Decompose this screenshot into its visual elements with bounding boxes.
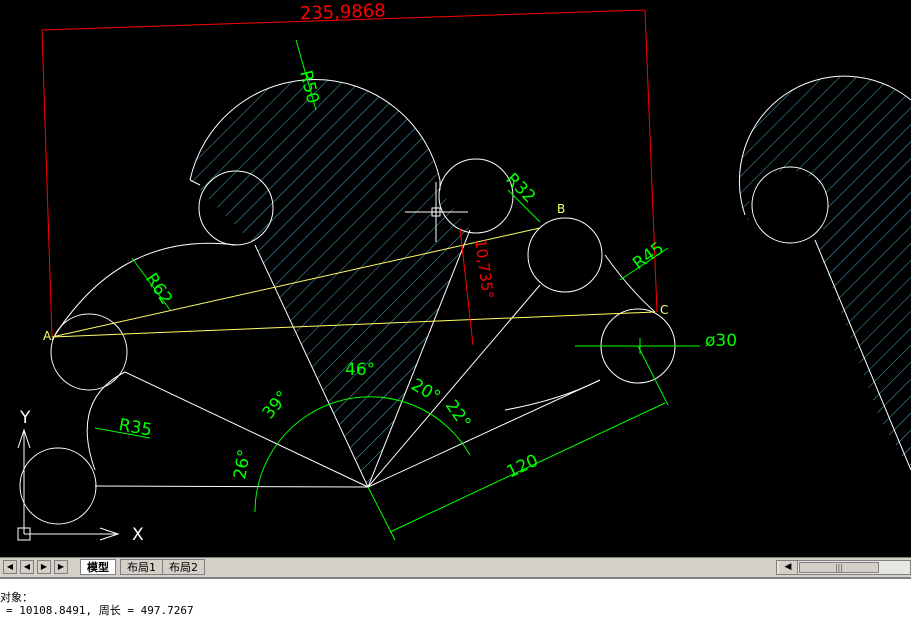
point-b-label: B <box>557 202 565 216</box>
overall-dimension-label: 235,9868 <box>299 0 386 24</box>
length-120-label: 120 <box>504 451 542 483</box>
tab-layout1[interactable]: 布局1 <box>120 559 163 575</box>
last-tab-button[interactable]: ▶ <box>54 560 68 574</box>
horizontal-scrollbar[interactable]: ◀ ||| <box>776 560 911 575</box>
model-space-viewport[interactable]: 235,9868 10,735° R50 R32 R45 R62 R35 ø30… <box>0 0 911 557</box>
angle-26-label: 26° <box>230 448 255 481</box>
point-a-label: A <box>43 329 52 343</box>
ucs-x-label: X <box>132 525 144 545</box>
ucs-icon <box>17 428 120 541</box>
drawing-canvas[interactable]: 235,9868 10,735° R50 R32 R45 R62 R35 ø30… <box>0 0 911 557</box>
angle-dimension-red-label: 10,735° <box>471 238 497 300</box>
radius-62-label: R62 <box>141 270 176 309</box>
layout-tab-bar: ◀ ◀ ▶ ▶ 模型 布局1 布局2 ◀ ||| <box>0 557 911 577</box>
angle-46-label: 46° <box>345 360 375 380</box>
command-line[interactable]: 对象： = 10108.8491, 周长 = 497.7267 <box>0 577 911 619</box>
command-line-output: = 10108.8491, 周长 = 497.7267 <box>6 604 194 617</box>
angle-39-label: 39° <box>259 387 294 423</box>
ucs-y-label: Y <box>19 408 31 428</box>
scroll-left-icon[interactable]: ◀ <box>779 561 798 574</box>
radius-45-label: R45 <box>629 238 668 274</box>
angle-20-label: 20° <box>408 375 444 407</box>
scroll-thumb[interactable]: ||| <box>799 562 879 573</box>
next-tab-button[interactable]: ▶ <box>37 560 51 574</box>
point-c-label: C <box>660 303 668 317</box>
angle-22-label: 22° <box>441 396 475 432</box>
diameter-30-label: ø30 <box>705 331 737 351</box>
radius-35-label: R35 <box>117 415 153 441</box>
first-tab-button[interactable]: ◀ <box>3 560 17 574</box>
radius-32-label: R32 <box>501 169 539 207</box>
prev-tab-button[interactable]: ◀ <box>20 560 34 574</box>
tab-model[interactable]: 模型 <box>80 559 116 575</box>
tab-layout2[interactable]: 布局2 <box>162 559 205 575</box>
